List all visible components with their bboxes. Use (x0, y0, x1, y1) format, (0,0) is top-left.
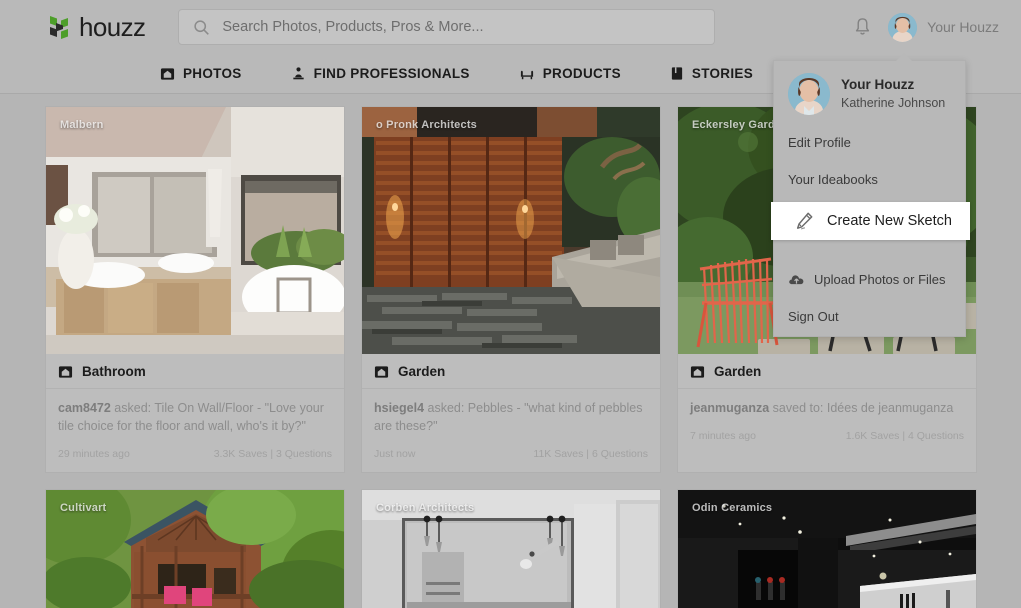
houzz-logo[interactable]: houzz (46, 11, 146, 43)
dropdown-item-upload-photos-or-files[interactable]: Upload Photos or Files (774, 264, 965, 295)
card-category-label: Garden (398, 364, 446, 379)
photo-watermark: Corben Architects (376, 502, 475, 514)
nav-label: PHOTOS (183, 66, 242, 81)
card-photo-bathroom[interactable]: Malbern (46, 107, 344, 354)
card-timestamp: Just now (374, 448, 416, 460)
houzz-logo-icon (46, 14, 72, 40)
feed-card[interactable]: Malbern Bathroom cam8472 asked: Tile On … (45, 106, 345, 473)
products-icon (519, 66, 535, 81)
card-stats: 1.6K Saves | 4 Questions (845, 430, 964, 442)
card-category[interactable]: Bathroom (46, 354, 344, 389)
avatar (788, 73, 830, 115)
account-menu-trigger[interactable]: Your Houzz (888, 12, 999, 42)
card-stats: 3.3K Saves | 3 Questions (213, 448, 332, 460)
dropdown-item-edit-profile[interactable]: Edit Profile (774, 127, 965, 158)
card-stats: 11K Saves | 6 Questions (533, 448, 648, 460)
card-category[interactable]: Garden (362, 354, 660, 389)
houzz-logo-text: houzz (79, 11, 146, 42)
site-header: houzz Search Photos, Products, Pros & Mo… (0, 0, 1021, 54)
photo-watermark: Malbern (60, 119, 104, 131)
pencil-icon (793, 210, 815, 232)
search-icon (193, 19, 210, 36)
card-meta: 7 minutes ago 1.6K Saves | 4 Questions (690, 430, 964, 446)
card-category-label: Garden (714, 364, 762, 379)
card-meta: Just now 11K Saves | 6 Questions (374, 448, 648, 464)
room-icon (374, 364, 389, 379)
dropdown-item-label: Upload Photos or Files (814, 272, 946, 287)
room-icon (58, 364, 73, 379)
feed-card[interactable]: o Pronk Architects Garden hsiegel4 asked… (361, 106, 661, 473)
card-photo-cottage[interactable]: Cultivart (46, 490, 344, 608)
avatar (888, 12, 918, 42)
account-dropdown: Your Houzz Katherine Johnson Edit Profil… (771, 53, 970, 337)
dropdown-item-create-new-sketch[interactable]: Create New Sketch (771, 202, 970, 240)
nav-label: STORIES (691, 66, 754, 81)
feed-card[interactable]: Cultivart (45, 489, 345, 608)
card-activity-user[interactable]: cam8472 (58, 401, 111, 415)
card-body: hsiegel4 asked: Pebbles - "what kind of … (362, 389, 660, 472)
dropdown-user-block: Your Houzz Katherine Johnson (841, 76, 945, 112)
dropdown-title: Your Houzz (841, 77, 915, 92)
feed-card[interactable]: Odin Ceramics (677, 489, 977, 608)
room-icon (690, 364, 705, 379)
card-activity-user[interactable]: hsiegel4 (374, 401, 424, 415)
dropdown-item-label: Edit Profile (788, 135, 851, 150)
dropdown-item-label: Create New Sketch (827, 213, 952, 229)
photo-watermark: Cultivart (60, 502, 107, 514)
nav-item-stories[interactable]: STORIES (670, 66, 753, 81)
card-category-label: Bathroom (82, 364, 146, 379)
dropdown-item-label: Sign Out (788, 309, 839, 324)
card-photo-dark-ceramics[interactable]: Odin Ceramics (678, 490, 976, 608)
stories-icon (670, 66, 684, 81)
houzz-page: houzz Search Photos, Products, Pros & Mo… (0, 0, 1021, 608)
card-photo-garden-fence[interactable]: o Pronk Architects (362, 107, 660, 354)
bell-icon[interactable] (853, 17, 872, 37)
photo-watermark: Odin Ceramics (692, 502, 773, 514)
search-input[interactable] (222, 19, 715, 35)
card-activity: jeanmuganza saved to: Idées de jeanmugan… (690, 399, 964, 417)
card-activity: hsiegel4 asked: Pebbles - "what kind of … (374, 399, 648, 435)
dropdown-user-name: Katherine Johnson (841, 96, 946, 110)
card-timestamp: 7 minutes ago (690, 430, 756, 442)
dropdown-item-sign-out[interactable]: Sign Out (774, 301, 965, 332)
card-activity-user[interactable]: jeanmuganza (690, 401, 769, 415)
nav-label: FIND PROFESSIONALS (313, 66, 470, 81)
card-photo-interior[interactable]: Corben Architects (362, 490, 660, 608)
dropdown-item-label: Your Ideabooks (788, 172, 878, 187)
card-meta: 29 minutes ago 3.3K Saves | 3 Questions (58, 448, 332, 464)
search-bar[interactable] (178, 9, 716, 45)
account-label: Your Houzz (927, 19, 999, 35)
photos-icon (160, 66, 175, 81)
dropdown-item-your-ideabooks[interactable]: Your Ideabooks (774, 164, 965, 195)
nav-item-photos[interactable]: PHOTOS (160, 66, 242, 81)
nav-item-products[interactable]: PRODUCTS (519, 66, 621, 81)
dropdown-header[interactable]: Your Houzz Katherine Johnson (774, 61, 965, 127)
card-body: jeanmuganza saved to: Idées de jeanmugan… (678, 389, 976, 454)
nav-item-find-professionals[interactable]: FIND PROFESSIONALS (291, 66, 470, 81)
card-timestamp: 29 minutes ago (58, 448, 130, 460)
nav-label: PRODUCTS (542, 66, 621, 81)
card-category[interactable]: Garden (678, 354, 976, 389)
card-activity-text: saved to: Idées de jeanmuganza (769, 401, 954, 415)
photo-watermark: o Pronk Architects (376, 119, 477, 131)
feed-card[interactable]: Corben Architects (361, 489, 661, 608)
card-activity: cam8472 asked: Tile On Wall/Floor - "Lov… (58, 399, 332, 435)
card-body: cam8472 asked: Tile On Wall/Floor - "Lov… (46, 389, 344, 472)
professional-icon (291, 66, 306, 81)
header-actions: Your Houzz (853, 12, 999, 42)
cloud-upload-icon (788, 273, 805, 286)
